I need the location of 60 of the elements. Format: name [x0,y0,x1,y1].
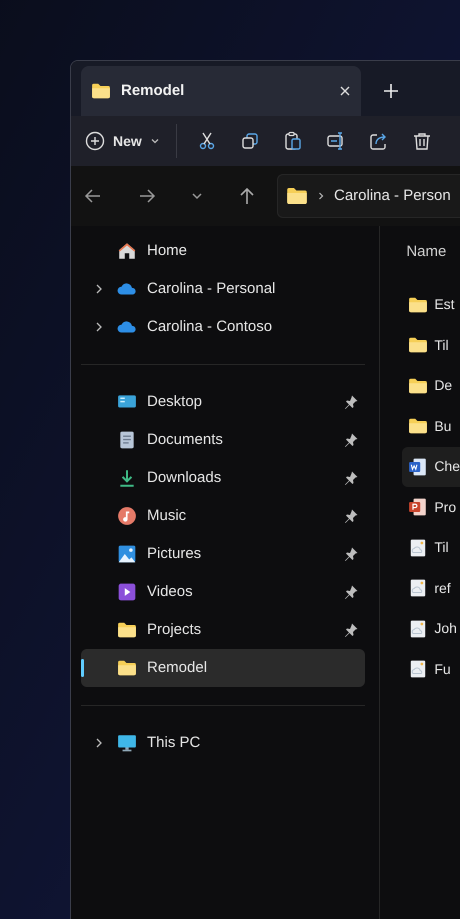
file-row[interactable]: Til [402,325,460,365]
sidebar-item[interactable]: Downloads [81,459,366,497]
folder-icon [408,335,428,355]
file-row[interactable]: ref [402,568,460,608]
sidebar-item[interactable]: Videos [81,573,366,611]
sidebar-item[interactable]: This PC [81,724,366,762]
music-icon [117,506,137,526]
folder-icon [117,658,137,678]
chevron-right-icon[interactable] [94,321,104,333]
sidebar-item[interactable]: Remodel [81,649,366,687]
sidebar-item[interactable]: Carolina - Personal [81,270,366,308]
window-tab[interactable]: Remodel [81,66,361,116]
file-row[interactable]: Fu [402,649,460,689]
address-bar[interactable]: Carolina - Person [277,174,460,218]
chevron-down-icon [150,136,160,146]
file-row[interactable]: De [402,366,460,406]
column-header[interactable]: Name [406,240,446,264]
pin-icon [343,432,360,448]
file-row[interactable]: Che [402,446,460,486]
word-document-icon [408,456,428,476]
pin-icon [343,394,360,410]
file-row[interactable]: Til [402,528,460,568]
pin-icon [343,584,360,600]
slides-document-icon [408,497,428,517]
pin-icon [343,622,360,638]
picture-icon [117,544,137,564]
folder-icon [117,620,137,640]
tab-title: Remodel [121,80,186,101]
chevron-right-icon[interactable] [94,737,104,749]
chevron-right-icon[interactable] [94,283,104,295]
breadcrumb-item[interactable]: Carolina - Person [334,184,451,208]
file-row[interactable]: Joh [402,608,460,648]
pin-icon [343,470,360,486]
file-row[interactable]: Bu [402,406,460,446]
plus-icon [383,83,399,99]
paste-icon[interactable] [282,131,303,151]
sidebar-item[interactable]: Pictures [81,535,366,573]
folder-icon [91,81,111,101]
pin-icon [343,546,360,562]
video-icon [117,582,137,602]
file-row[interactable]: Est [402,284,460,324]
close-icon[interactable] [339,85,351,97]
chevron-right-icon [316,191,326,201]
selection-indicator [81,659,84,677]
folder-icon [286,185,308,207]
trash-icon[interactable] [412,131,432,151]
sidebar-item[interactable]: Music [81,497,366,535]
copy-icon[interactable] [240,131,260,151]
sidebar-item[interactable]: Desktop [81,383,366,421]
sidebar-item[interactable]: Documents [81,421,366,459]
sidebar-item[interactable]: Home [81,232,366,270]
sidebar-item[interactable]: Projects [81,611,366,649]
monitor-icon [117,733,137,753]
pin-icon [343,508,360,524]
folder-icon [408,416,428,436]
file-row[interactable]: Pro [402,487,460,527]
new-button[interactable]: New [83,123,162,159]
sidebar-item[interactable]: Carolina - Contoso [81,308,366,346]
home-icon [117,241,137,261]
plus-circle-icon [85,131,105,151]
